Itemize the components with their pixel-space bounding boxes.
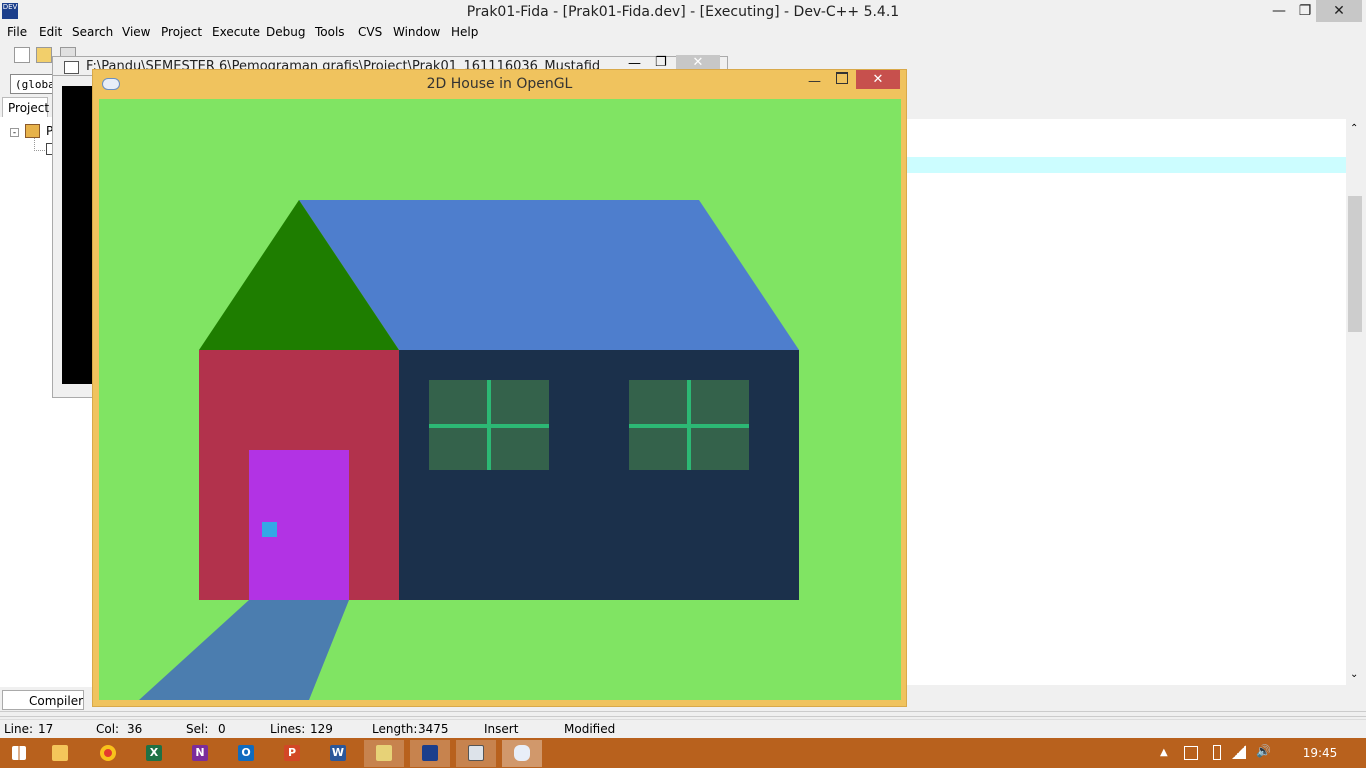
menu-search[interactable]: Search xyxy=(72,25,113,39)
tree-expand-icon[interactable]: - xyxy=(10,128,19,138)
status-line-value: 17 xyxy=(38,722,54,736)
file-explorer-icon[interactable] xyxy=(40,740,80,767)
status-col-value: 36 xyxy=(127,722,143,736)
powerpoint-icon[interactable]: P xyxy=(272,740,312,767)
outlook-icon[interactable]: O xyxy=(226,740,266,767)
console-restore-icon[interactable]: ❐ xyxy=(655,55,667,70)
menu-edit[interactable]: Edit xyxy=(39,25,62,39)
horizontal-divider xyxy=(0,711,1366,717)
door-knob xyxy=(262,522,277,537)
menu-view[interactable]: View xyxy=(122,25,150,39)
clock[interactable]: 19:45 xyxy=(1296,746,1344,760)
network-icon[interactable] xyxy=(1232,745,1246,759)
tray-overflow-icon[interactable]: ▲ xyxy=(1160,747,1168,758)
window-right-frame-horizontal xyxy=(629,424,749,428)
status-lines-value: 129 xyxy=(310,722,333,736)
folder-icon[interactable] xyxy=(364,740,404,767)
status-state: Modified xyxy=(564,722,616,736)
devcpp-icon[interactable] xyxy=(410,740,450,767)
chrome-icon[interactable] xyxy=(88,740,128,767)
current-line-highlight xyxy=(906,157,1346,173)
status-bar: Line: 17 Col: 36 Sel: 0 Lines: 129 Lengt… xyxy=(0,719,1366,738)
start-icon[interactable] xyxy=(0,740,40,767)
scroll-up-icon[interactable]: ⌃ xyxy=(1350,123,1358,134)
opengl-canvas xyxy=(99,99,901,700)
onenote-icon[interactable]: N xyxy=(180,740,220,767)
code-editor[interactable] xyxy=(906,119,1346,685)
window-title: Prak01-Fida - [Prak01-Fida.dev] - [Execu… xyxy=(466,4,900,20)
status-col-label: Col: xyxy=(96,722,120,736)
menu-help[interactable]: Help xyxy=(451,25,478,39)
scrollbar-thumb[interactable] xyxy=(1348,196,1362,332)
opengl-window-icon[interactable] xyxy=(502,740,542,767)
status-line-label: Line: xyxy=(4,722,34,736)
status-sel-label: Sel: xyxy=(186,722,209,736)
close-icon[interactable]: ✕ xyxy=(1316,0,1362,22)
status-lines-label: Lines: xyxy=(270,722,306,736)
scroll-down-icon[interactable]: ⌄ xyxy=(1350,669,1358,680)
status-length-label: Length: xyxy=(372,722,418,736)
menu-window[interactable]: Window xyxy=(393,25,440,39)
status-sel-value: 0 xyxy=(218,722,226,736)
console-icon[interactable] xyxy=(456,740,496,767)
menu-tools[interactable]: Tools xyxy=(315,25,345,39)
opengl-maximize-icon[interactable] xyxy=(836,72,848,84)
project-icon xyxy=(25,124,40,138)
window-left-frame-horizontal xyxy=(429,424,549,428)
word-icon[interactable]: W xyxy=(318,740,358,767)
opengl-close-icon[interactable]: ✕ xyxy=(856,70,900,89)
menu-file[interactable]: File xyxy=(7,25,27,39)
console-app-icon xyxy=(64,61,79,74)
tab-project[interactable]: Project xyxy=(2,97,49,117)
action-center-icon[interactable] xyxy=(1184,746,1198,760)
status-mode: Insert xyxy=(484,722,519,736)
menu-bar: File Edit Search View Project Execute De… xyxy=(0,24,1366,42)
battery-icon[interactable] xyxy=(1213,745,1221,760)
status-length-value: 3475 xyxy=(418,722,449,736)
menu-debug[interactable]: Debug xyxy=(266,25,305,39)
menu-project[interactable]: Project xyxy=(161,25,202,39)
excel-icon[interactable]: X xyxy=(134,740,174,767)
new-file-icon[interactable] xyxy=(14,47,30,63)
open-project-icon[interactable] xyxy=(36,47,52,63)
menu-cvs[interactable]: CVS xyxy=(358,25,382,39)
volume-icon[interactable]: 🔊 xyxy=(1256,744,1271,758)
opengl-minimize-icon[interactable]: — xyxy=(808,74,821,89)
opengl-window-title: 2D House in OpenGL xyxy=(426,76,573,92)
tab-compiler[interactable]: Compiler xyxy=(2,690,84,710)
menu-execute[interactable]: Execute xyxy=(212,25,260,39)
